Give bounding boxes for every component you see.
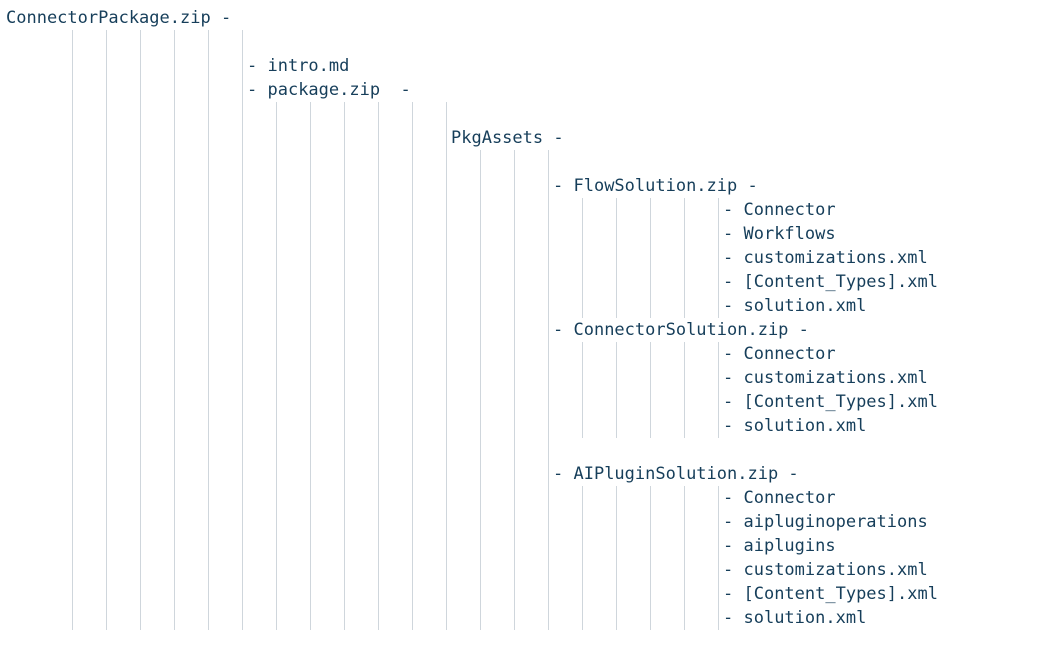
tree-item: package.zip (267, 78, 380, 102)
tree-item: solution.xml (743, 294, 866, 318)
tree-row: - solution.xml (6, 414, 1051, 438)
dash: - (211, 6, 231, 30)
tree-row: - package.zip - (6, 78, 1051, 102)
tree-row: - intro.md (6, 54, 1051, 78)
tree-item: intro.md (267, 54, 349, 78)
dash: - (243, 78, 267, 102)
dash: - (719, 342, 743, 366)
dash: - (549, 174, 573, 198)
tree-row: - [Content_Types].xml (6, 390, 1051, 414)
tree-item: PkgAssets (447, 126, 543, 150)
tree-item: FlowSolution.zip (573, 174, 737, 198)
tree-row: - solution.xml (6, 606, 1051, 630)
tree-row: - Connector (6, 198, 1051, 222)
tree-item: [Content_Types].xml (743, 390, 937, 414)
tree-item: aiplugins (743, 534, 835, 558)
tree-row (6, 438, 1051, 462)
tree-row: - customizations.xml (6, 558, 1051, 582)
dash: - (737, 174, 757, 198)
tree-item: solution.xml (743, 414, 866, 438)
tree-row (6, 150, 1051, 174)
tree-row: - Workflows (6, 222, 1051, 246)
tree-row: - Connector (6, 486, 1051, 510)
dash: - (719, 390, 743, 414)
dash: - (543, 126, 563, 150)
tree-item: Connector (743, 342, 835, 366)
tree-item: customizations.xml (743, 558, 927, 582)
tree-row: - solution.xml (6, 294, 1051, 318)
dash: - (719, 558, 743, 582)
tree-item: customizations.xml (743, 366, 927, 390)
tree-item: solution.xml (743, 606, 866, 630)
dash: - (719, 606, 743, 630)
tree-item: ConnectorPackage.zip (6, 6, 211, 30)
tree-row: PkgAssets - (6, 126, 1051, 150)
tree-row: - [Content_Types].xml (6, 270, 1051, 294)
tree-row: - Connector (6, 342, 1051, 366)
tree-row (6, 102, 1051, 126)
tree-row: - [Content_Types].xml (6, 582, 1051, 606)
dash: - (719, 534, 743, 558)
tree-item: ConnectorSolution.zip (573, 318, 788, 342)
dash: - (719, 414, 743, 438)
tree-item: [Content_Types].xml (743, 582, 937, 606)
dash: - (243, 54, 267, 78)
dash: - (549, 462, 573, 486)
tree-item: aipluginoperations (743, 510, 927, 534)
tree-row: - customizations.xml (6, 366, 1051, 390)
tree-row: - aiplugins (6, 534, 1051, 558)
tree-row: - customizations.xml (6, 246, 1051, 270)
dash: - (778, 462, 798, 486)
tree-item: customizations.xml (743, 246, 927, 270)
dash: - (719, 198, 743, 222)
tree-row (6, 30, 1051, 54)
dash: - (719, 486, 743, 510)
tree-item: Workflows (743, 222, 835, 246)
dash: - (719, 366, 743, 390)
dash: - (719, 582, 743, 606)
dash: - (719, 270, 743, 294)
dash: - (549, 318, 573, 342)
dash: - (380, 78, 411, 102)
dash: - (788, 318, 808, 342)
tree-item: Connector (743, 486, 835, 510)
tree-row: - AIPluginSolution.zip - (6, 462, 1051, 486)
tree-row: - aipluginoperations (6, 510, 1051, 534)
tree-row: ConnectorPackage.zip - (6, 6, 1051, 30)
tree-item: Connector (743, 198, 835, 222)
tree-item: [Content_Types].xml (743, 270, 937, 294)
dash: - (719, 510, 743, 534)
tree-row: - ConnectorSolution.zip - (6, 318, 1051, 342)
dash: - (719, 222, 743, 246)
dash: - (719, 294, 743, 318)
tree-item: AIPluginSolution.zip (573, 462, 778, 486)
dash: - (719, 246, 743, 270)
tree-row: - FlowSolution.zip - (6, 174, 1051, 198)
